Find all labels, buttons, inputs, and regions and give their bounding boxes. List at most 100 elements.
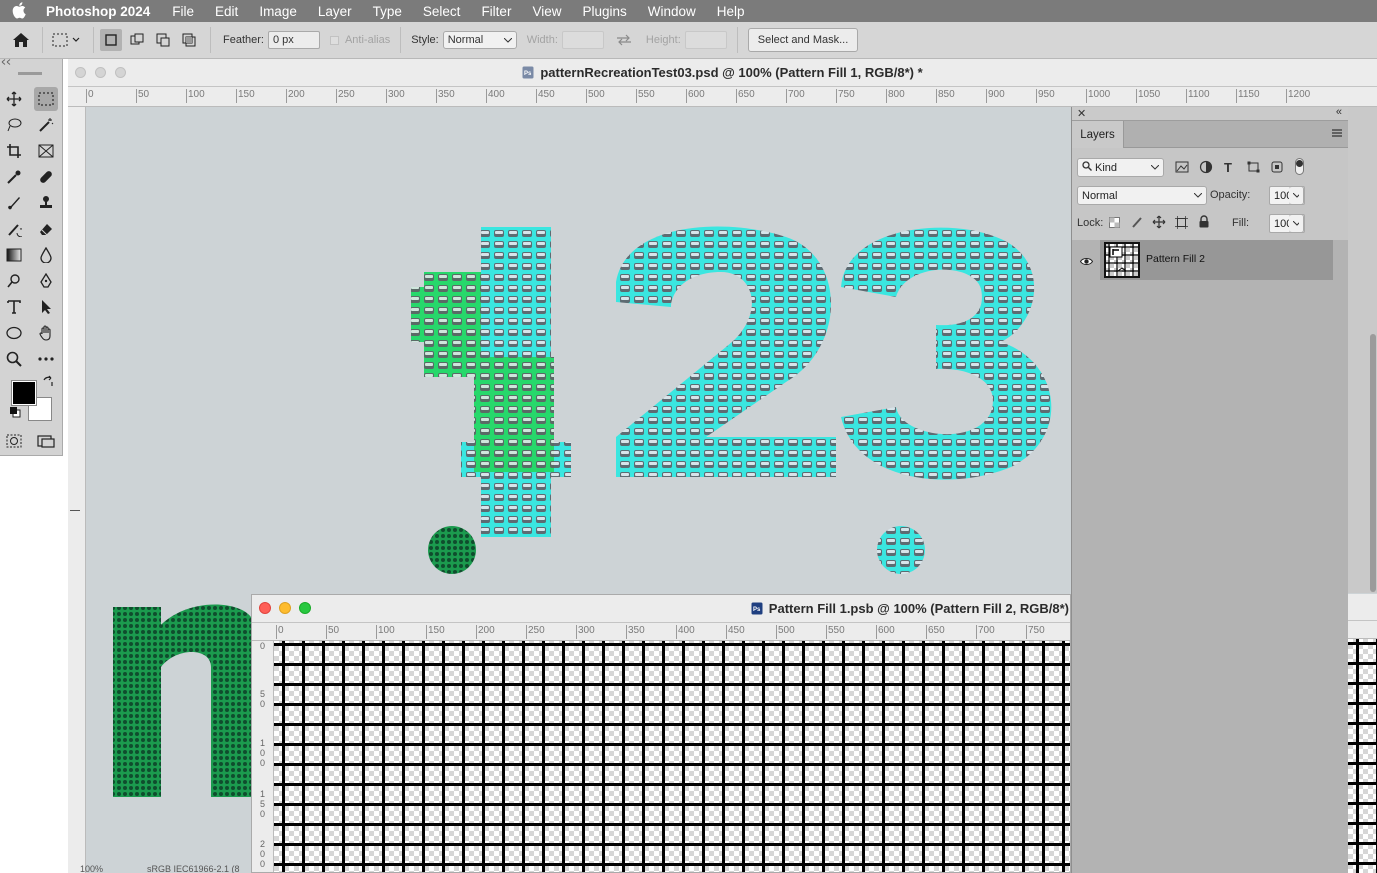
ruler-tick [876, 625, 877, 639]
panel-scrollbar-thumb[interactable] [1370, 334, 1376, 592]
fill-slider-button[interactable] [1289, 214, 1304, 233]
tab-layers[interactable]: Layers [1072, 121, 1124, 148]
app-name-menu[interactable]: Photoshop 2024 [46, 4, 150, 19]
tools-panel-grip[interactable] [0, 59, 63, 81]
lock-artboard-icon[interactable] [1175, 216, 1188, 232]
feather-input[interactable]: 0 px [267, 31, 320, 49]
menu-bar: Photoshop 2024 File Edit Image Layer Typ… [0, 0, 1377, 22]
zoom-level[interactable]: 100% [80, 864, 103, 873]
intersect-selection-icon[interactable] [178, 29, 200, 51]
style-dropdown[interactable]: Normal [442, 31, 517, 49]
menu-layer[interactable]: Layer [318, 4, 352, 19]
psd-file-icon: Ps [522, 66, 534, 79]
filter-pixel-layers-icon[interactable] [1175, 161, 1189, 176]
vertical-ruler[interactable]: 0 50 100 150 200 [252, 641, 274, 872]
close-panel-icon[interactable]: ✕ [1077, 107, 1086, 120]
minimize-window-button[interactable] [279, 602, 291, 614]
default-colors-icon[interactable] [8, 405, 22, 419]
horizontal-ruler[interactable]: 0 50 100 150 200 250 300 350 400 450 500 550 600 650 7… [252, 623, 1070, 641]
filter-shape-layers-icon[interactable] [1247, 161, 1260, 176]
eyedropper-tool-icon[interactable] [2, 165, 26, 189]
quick-mask-icon[interactable] [2, 429, 26, 453]
filter-adjustment-layers-icon[interactable] [1199, 160, 1213, 177]
svg-text:0: 0 [260, 758, 265, 768]
clone-stamp-tool-icon[interactable] [34, 191, 58, 215]
layer-row[interactable]: Pattern Fill 2 [1079, 240, 1333, 280]
minimize-window-button[interactable] [95, 67, 106, 78]
menu-filter[interactable]: Filter [481, 4, 511, 19]
lasso-tool-icon[interactable] [2, 113, 26, 137]
more-tools-icon[interactable] [34, 347, 58, 371]
collapse-panel-icon[interactable]: « [1336, 106, 1342, 118]
menu-plugins[interactable]: Plugins [582, 4, 626, 19]
document-profile[interactable]: sRGB IEC61966-2.1 (8 [147, 864, 240, 873]
lock-all-icon[interactable] [1198, 215, 1210, 231]
dodge-tool-icon[interactable] [2, 269, 26, 293]
ruler-tick [186, 89, 187, 103]
horizontal-ruler[interactable]: 0 50 100 150 200 250 300 350 400 450 500 550 600 650 7… [68, 87, 1377, 107]
screen-mode-icon[interactable] [34, 429, 58, 453]
history-brush-tool-icon[interactable] [2, 217, 26, 241]
filter-type-layers-icon[interactable]: T [1224, 160, 1232, 175]
zoom-tool-icon[interactable] [2, 347, 26, 371]
marquee-preset-picker[interactable] [49, 29, 83, 51]
ruler-tick [386, 89, 387, 103]
menu-edit[interactable]: Edit [215, 4, 238, 19]
menu-select[interactable]: Select [423, 4, 461, 19]
zoom-window-button[interactable] [115, 67, 126, 78]
crop-tool-icon[interactable] [2, 139, 26, 163]
anti-alias-checkbox[interactable] [329, 35, 339, 45]
type-tool-icon[interactable] [2, 295, 26, 319]
panel-menu-icon[interactable] [1331, 127, 1343, 141]
lock-position-icon[interactable] [1152, 215, 1166, 232]
blur-tool-icon[interactable] [34, 243, 58, 267]
hand-tool-icon[interactable] [34, 321, 58, 345]
pattern-canvas[interactable] [274, 641, 1070, 872]
healing-brush-tool-icon[interactable] [34, 165, 58, 189]
swap-colors-icon[interactable] [40, 373, 56, 389]
layer-name[interactable]: Pattern Fill 2 [1146, 253, 1205, 265]
eraser-tool-icon[interactable] [34, 217, 58, 241]
path-selection-tool-icon[interactable] [34, 295, 58, 319]
menu-window[interactable]: Window [648, 4, 696, 19]
filter-toggle-switch[interactable] [1295, 158, 1304, 175]
panel-scrollbar[interactable] [1348, 107, 1377, 593]
ruler-label: 250 [528, 625, 545, 636]
ellipse-tool-icon[interactable] [2, 321, 26, 345]
brush-tool-icon[interactable] [2, 191, 26, 215]
ruler-label: 150 [238, 89, 255, 100]
filter-smart-objects-icon[interactable] [1271, 161, 1283, 176]
pen-tool-icon[interactable] [34, 269, 58, 293]
opacity-slider-button[interactable] [1289, 186, 1304, 205]
menu-view[interactable]: View [532, 4, 561, 19]
subtract-from-selection-icon[interactable] [152, 29, 174, 51]
close-window-button[interactable] [75, 67, 86, 78]
ruler-tick [576, 625, 577, 639]
close-window-button[interactable] [259, 602, 271, 614]
menu-file[interactable]: File [172, 4, 194, 19]
home-icon[interactable] [10, 29, 32, 51]
magic-wand-tool-icon[interactable] [34, 113, 58, 137]
foreground-color-swatch[interactable] [11, 380, 37, 406]
apple-icon[interactable] [12, 1, 32, 22]
lock-transparent-pixels-icon[interactable] [1109, 217, 1120, 231]
new-selection-icon[interactable] [100, 29, 122, 51]
move-tool-icon[interactable] [2, 87, 26, 111]
frame-tool-icon[interactable] [34, 139, 58, 163]
zoom-window-button[interactable] [299, 602, 311, 614]
gradient-tool-icon[interactable] [2, 243, 26, 267]
blend-mode-dropdown[interactable]: Normal [1077, 186, 1207, 205]
vertical-ruler[interactable] [68, 107, 86, 873]
ruler-tick [236, 89, 237, 103]
ruler-label: 50 [328, 625, 340, 636]
add-to-selection-icon[interactable] [126, 29, 148, 51]
ruler-tick [676, 625, 677, 639]
rectangular-marquee-tool-icon[interactable] [34, 87, 58, 111]
menu-help[interactable]: Help [717, 4, 745, 19]
layer-filter-kind-dropdown[interactable]: Kind [1077, 158, 1164, 177]
eye-icon[interactable] [1079, 255, 1094, 269]
menu-type[interactable]: Type [373, 4, 402, 19]
lock-image-pixels-icon[interactable] [1131, 216, 1143, 231]
select-and-mask-button[interactable]: Select and Mask... [747, 28, 859, 52]
menu-image[interactable]: Image [259, 4, 297, 19]
